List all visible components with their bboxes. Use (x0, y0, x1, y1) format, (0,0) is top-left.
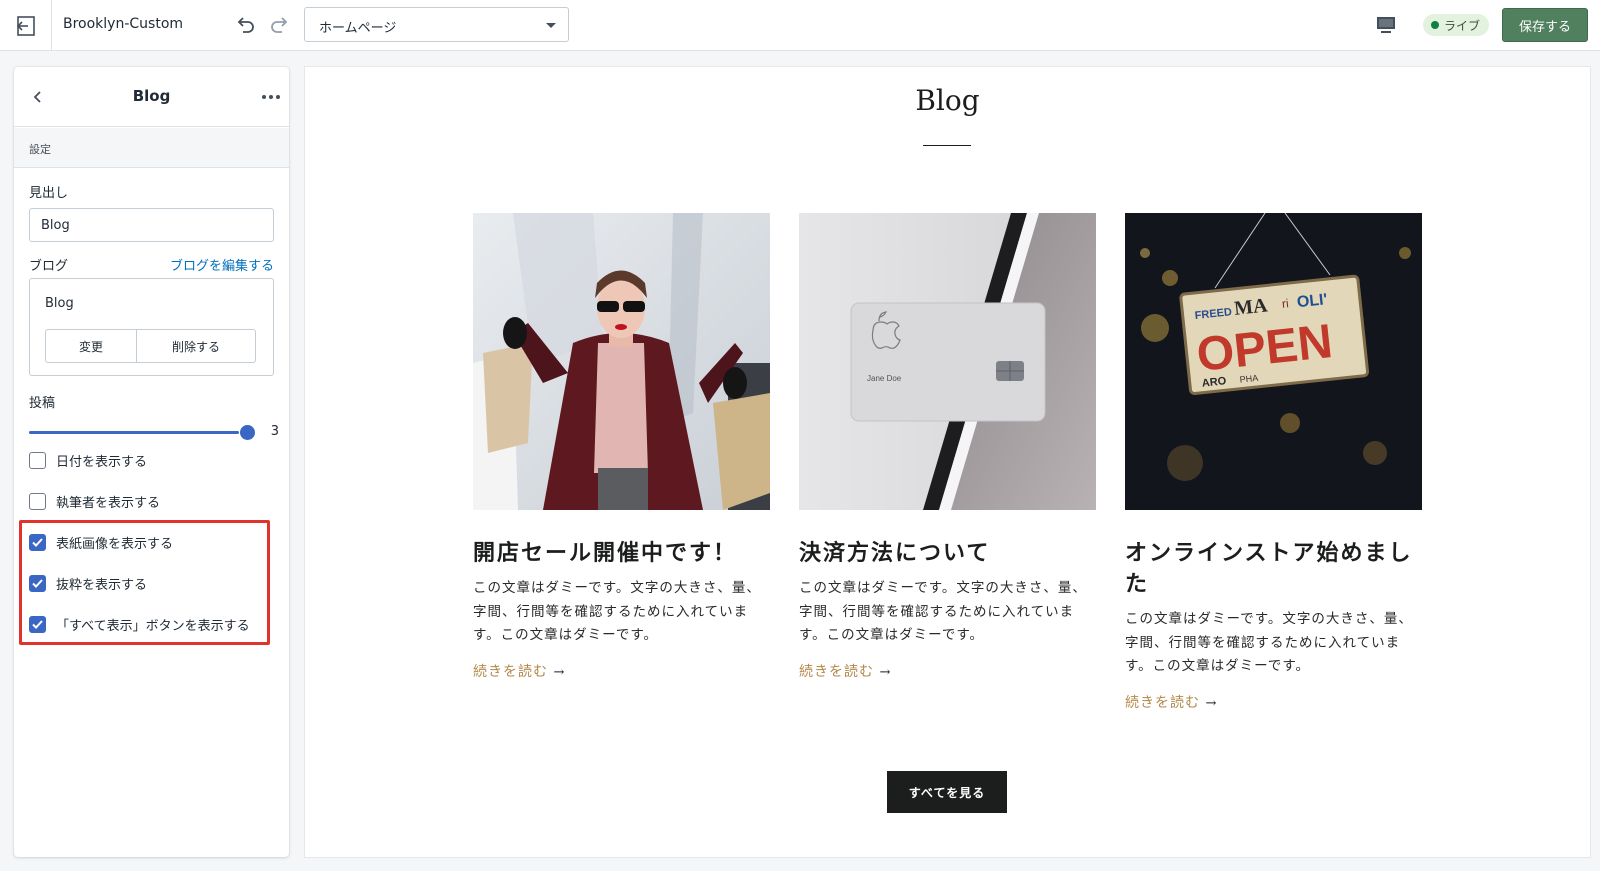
show-view-all-label: 「すべて表示」ボタンを表示する (56, 618, 250, 634)
blog-post-card: FREED MA ri OLI' OPEN ARO PHA オンラインストア始め… (1125, 213, 1422, 712)
theme-preview: Blog 開店セール開催中です！ この文章はダミーです。文字の大きさ、量、字間、… (305, 67, 1590, 857)
redo-icon (271, 17, 288, 33)
blog-post-card: 開店セール開催中です！ この文章はダミーです。文字の大きさ、量、字間、行間等を確… (473, 213, 770, 681)
show-author-label: 執筆者を表示する (56, 495, 161, 511)
view-all-button[interactable]: すべてを見る (887, 771, 1007, 813)
post-cover-image[interactable] (473, 213, 770, 510)
post-excerpt: この文章はダミーです。文字の大きさ、量、字間、行間等を確認するために入れています… (799, 580, 1087, 643)
blog-name: Blog (45, 296, 74, 311)
heading-input[interactable]: Blog (29, 208, 274, 242)
blog-label: ブログ (29, 259, 69, 274)
posts-label: 投稿 (29, 396, 56, 411)
posts-slider-track[interactable] (29, 431, 239, 434)
edit-blog-link[interactable]: ブログを編集する (170, 255, 274, 274)
redo-button[interactable] (267, 12, 293, 38)
more-actions-button[interactable] (260, 87, 282, 107)
settings-sidebar: Blog 設定 見出し Blog ブログ ブログを編集する Blog 変更 削除… (14, 67, 289, 857)
svg-text:MA: MA (1233, 294, 1269, 319)
top-bar: Brooklyn-Custom ホームページ ライブ 保存する (0, 0, 1600, 51)
chevron-down-icon (546, 23, 556, 28)
exit-button[interactable] (0, 0, 52, 51)
page-select[interactable]: ホームページ (304, 7, 569, 42)
theme-name: Brooklyn-Custom (63, 16, 184, 32)
checkmark-icon (32, 619, 43, 629)
show-date-label: 日付を表示する (56, 454, 148, 470)
settings-section-header: 設定 (14, 128, 289, 168)
show-view-all-checkbox-row[interactable]: 「すべて表示」ボタンを表示する (29, 614, 250, 634)
save-button[interactable]: 保存する (1502, 8, 1588, 42)
read-more-label: 続きを読む (799, 663, 874, 680)
settings-section-label: 設定 (29, 143, 51, 156)
live-dot-icon (1431, 21, 1439, 29)
checkmark-icon (32, 578, 43, 588)
read-more-link[interactable]: 続きを読む → (473, 661, 770, 681)
read-more-link[interactable]: 続きを読む → (799, 661, 1096, 681)
arrow-right-icon: → (1205, 695, 1218, 711)
arrow-right-icon: → (553, 664, 566, 680)
blog-button-group: 変更 削除する (45, 329, 256, 363)
read-more-label: 続きを読む (473, 663, 548, 680)
show-cover-image-label: 表紙画像を表示する (56, 536, 174, 552)
exit-icon (16, 15, 35, 36)
show-author-checkbox[interactable] (29, 492, 46, 510)
sidebar-header: Blog (14, 67, 289, 127)
svg-text:OLI': OLI' (1296, 291, 1328, 311)
show-date-checkbox-row[interactable]: 日付を表示する (29, 450, 147, 470)
read-more-label: 続きを読む (1125, 694, 1200, 711)
card-holder-name: Jane Doe (867, 374, 902, 383)
undo-icon (237, 17, 254, 33)
post-excerpt: この文章はダミーです。文字の大きさ、量、字間、行間等を確認するために入れています… (473, 580, 761, 643)
delete-blog-button[interactable]: 削除する (137, 330, 255, 362)
page-select-value: ホームページ (319, 21, 397, 36)
blog-section-title: Blog (915, 84, 980, 117)
checkmark-icon (32, 537, 43, 547)
change-blog-button[interactable]: 変更 (46, 330, 137, 362)
show-cover-image-checkbox-row[interactable]: 表紙画像を表示する (29, 532, 173, 552)
post-title[interactable]: 開店セール開催中です！ (473, 538, 770, 569)
live-status-label: ライブ (1444, 18, 1481, 33)
show-cover-image-checkbox[interactable] (29, 533, 46, 551)
show-excerpt-label: 抜粋を表示する (56, 577, 148, 593)
title-divider (923, 145, 971, 146)
heading-input-value: Blog (41, 218, 70, 233)
live-status-badge: ライブ (1423, 14, 1490, 36)
post-excerpt: この文章はダミーです。文字の大きさ、量、字間、行間等を確認するために入れています… (1125, 611, 1413, 674)
posts-slider-thumb[interactable] (240, 425, 255, 440)
show-excerpt-checkbox[interactable] (29, 574, 46, 592)
posts-slider-value: 3 (270, 424, 279, 439)
post-title[interactable]: オンラインストア始めました (1125, 538, 1422, 600)
show-author-checkbox-row[interactable]: 執筆者を表示する (29, 491, 160, 511)
post-cover-image[interactable]: FREED MA ri OLI' OPEN ARO PHA (1125, 213, 1422, 510)
desktop-view-button[interactable] (1375, 14, 1397, 36)
post-title[interactable]: 決済方法について (799, 538, 1096, 569)
heading-label: 見出し (29, 186, 69, 201)
more-horizontal-icon (262, 95, 280, 99)
blog-picker-card: Blog 変更 削除する (29, 278, 274, 376)
post-cover-image[interactable]: Jane Doe (799, 213, 1096, 510)
blog-post-card: Jane Doe 決済方法について この文章はダミーです。文字の大きさ、量、字間… (799, 213, 1096, 681)
sidebar-title: Blog (132, 87, 171, 105)
read-more-link[interactable]: 続きを読む → (1125, 692, 1422, 712)
undo-button[interactable] (232, 12, 258, 38)
show-excerpt-checkbox-row[interactable]: 抜粋を表示する (29, 573, 147, 593)
desktop-icon (1377, 17, 1395, 33)
arrow-right-icon: → (879, 664, 892, 680)
svg-text:PHA: PHA (1239, 373, 1258, 385)
show-date-checkbox[interactable] (29, 451, 46, 469)
show-view-all-checkbox[interactable] (29, 615, 46, 633)
